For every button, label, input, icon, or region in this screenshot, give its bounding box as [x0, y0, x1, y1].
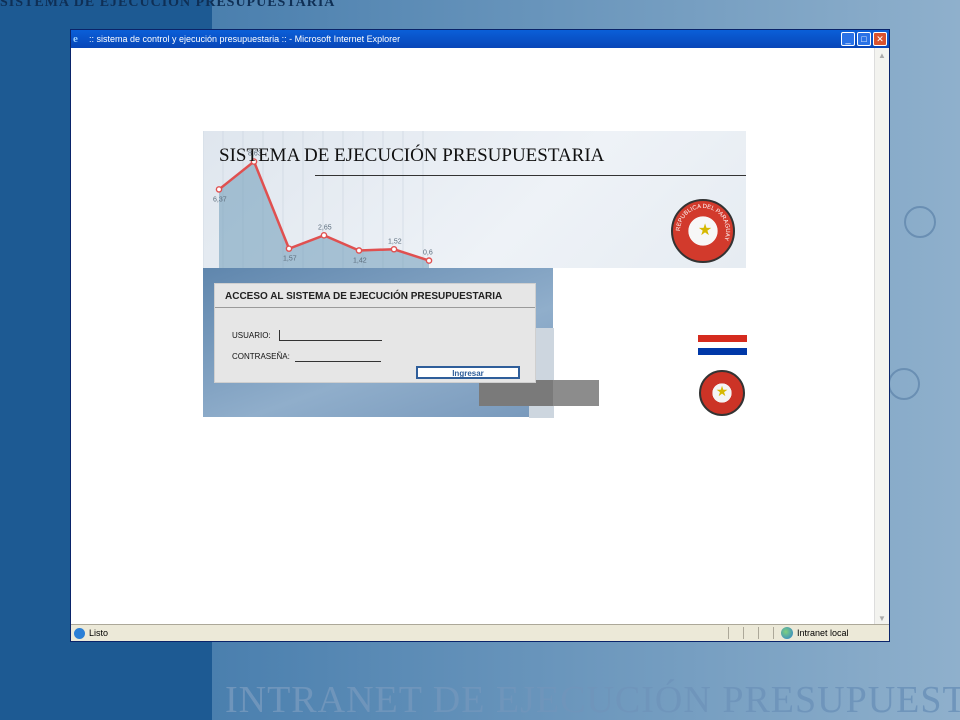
browser-window: e :: sistema de control y ejecución pres… [70, 29, 890, 642]
paraguay-flag-icon [698, 335, 747, 356]
status-separator [773, 627, 774, 639]
window-title: :: sistema de control y ejecución presup… [89, 34, 401, 44]
star-icon: ★ [697, 222, 713, 239]
close-button[interactable]: ✕ [873, 32, 887, 46]
ie-icon: e [73, 33, 78, 45]
chart-data-label: 6,37 [213, 196, 227, 203]
window-titlebar[interactable]: e :: sistema de control y ejecución pres… [71, 30, 889, 48]
decorative-shade [553, 380, 599, 406]
chart-point [355, 247, 363, 254]
scroll-up-arrow-icon[interactable]: ▲ [876, 50, 888, 62]
user-input[interactable] [279, 330, 382, 341]
minimize-button[interactable]: _ [841, 32, 855, 46]
star-icon: ★ [715, 383, 729, 399]
globe-icon [781, 627, 793, 639]
header-banner: 6,37 8,63 1,57 2,65 1,42 1,52 0,6 SISTEMA DE E… [203, 131, 746, 268]
maximize-button[interactable]: □ [857, 32, 871, 46]
chart-point [215, 186, 223, 193]
desktop-bottom-text: INTRANET DE EJECUCIÓN PRESUPUESTARIA [225, 679, 960, 720]
login-heading: ACCESO AL SISTEMA DE EJECUCIÓN PRESUPUES… [225, 291, 503, 302]
chart-data-label: 1,42 [353, 257, 367, 264]
chart-point [285, 245, 293, 252]
chart-point [320, 232, 328, 239]
paraguay-seal-icon: REPUBLICA DEL PARAGUAY ★ [671, 199, 735, 263]
ingresar-button[interactable]: Ingresar [416, 366, 520, 379]
login-divider [215, 307, 535, 308]
chart-data-label: 1,57 [283, 256, 297, 263]
status-separator [743, 627, 744, 639]
chart-point [390, 245, 398, 253]
chart-data-label: 0,6 [423, 250, 433, 257]
password-label: CONTRASEÑA: [232, 352, 290, 361]
title-underline [315, 175, 746, 176]
page-content: 6,37 8,63 1,57 2,65 1,42 1,52 0,6 SISTEMA DE E… [71, 48, 876, 627]
zone-text: Intranet local [797, 628, 849, 638]
status-separator [728, 627, 729, 639]
desktop-top-text: SISTEMA DE EJECUCIÓN PRESUPUESTARIA [0, 0, 336, 10]
chart-data-label: 2,65 [318, 224, 332, 231]
chart-area [219, 161, 429, 268]
chart-point [425, 257, 433, 264]
page-status-icon [74, 627, 85, 639]
paraguay-seal-icon: ★ [699, 370, 745, 416]
desktop-seal-icon [904, 206, 936, 238]
status-bar: Listo Intranet local [71, 624, 889, 641]
page-title: SISTEMA DE EJECUCIÓN PRESUPUESTARIA [219, 145, 605, 166]
user-label: USUARIO: [232, 331, 271, 340]
chart-data-label: 1,52 [388, 238, 402, 245]
password-input[interactable] [295, 351, 381, 362]
desktop-seal-icon [888, 368, 920, 400]
status-text: Listo [89, 628, 109, 638]
vertical-scrollbar[interactable]: ▲ ▼ [874, 48, 889, 627]
login-panel: ACCESO AL SISTEMA DE EJECUCIÓN PRESUPUES… [214, 283, 536, 383]
status-separator [758, 627, 759, 639]
